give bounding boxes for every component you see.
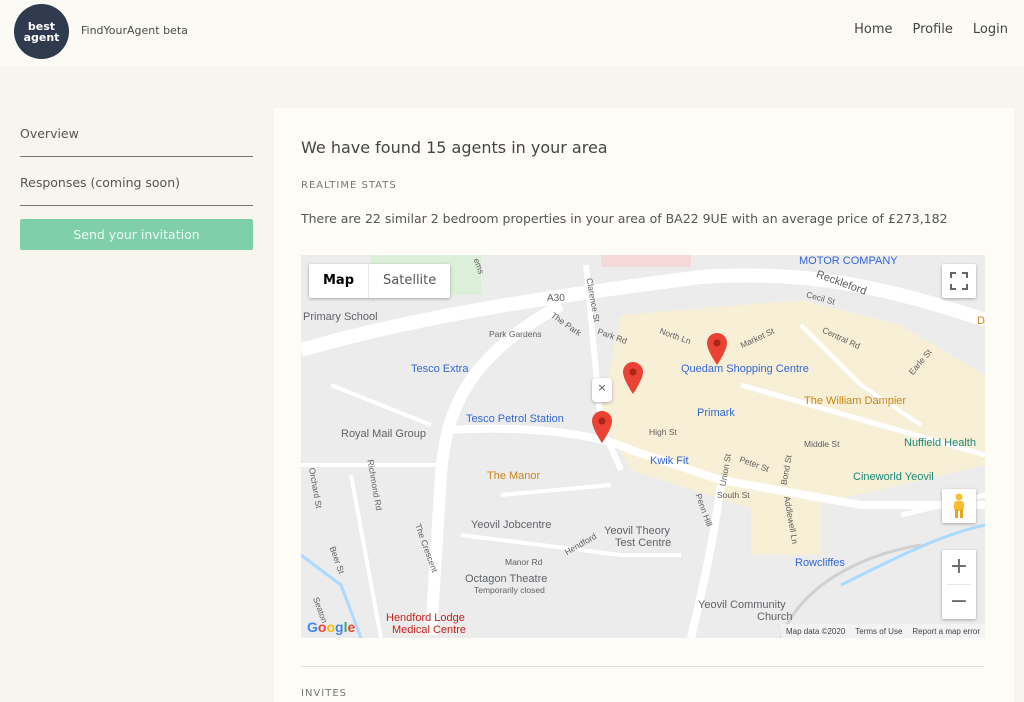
report-map-error-link[interactable]: Report a map error xyxy=(912,627,980,636)
terms-of-use-link[interactable]: Terms of Use xyxy=(855,627,902,636)
zoom-in-button[interactable]: + xyxy=(942,550,976,584)
google-logo[interactable]: Google xyxy=(307,619,355,635)
poi-william-dampier[interactable]: The William Dampier xyxy=(804,395,906,407)
brand-name: FindYourAgent beta xyxy=(81,24,188,37)
poi-hendford-lodge-line2: Medical Centre xyxy=(392,624,466,636)
results-card: We have found 15 agents in your area REA… xyxy=(274,108,1014,702)
section-divider xyxy=(301,666,984,667)
zoom-out-button[interactable]: − xyxy=(942,585,976,619)
map-type-satellite-button[interactable]: Satellite xyxy=(369,264,450,298)
google-logo-letter: g xyxy=(335,619,344,635)
street-south-st: South St xyxy=(717,490,750,500)
street-high-st: High St xyxy=(649,427,677,437)
info-window-close-button[interactable]: × xyxy=(592,378,612,402)
google-logo-letter: G xyxy=(307,619,318,635)
nav-home-link[interactable]: Home xyxy=(854,22,892,37)
poi-primary-school[interactable]: Primary School xyxy=(303,311,378,323)
poi-rowcliffes[interactable]: Rowcliffes xyxy=(795,557,845,569)
street-manor-rd: Manor Rd xyxy=(505,557,543,567)
map-type-control: Map Satellite xyxy=(309,264,451,298)
poi-octagon-theatre[interactable]: Octagon Theatre xyxy=(465,573,547,585)
invites-label: INVITES xyxy=(301,688,347,699)
poi-kwik-fit[interactable]: Kwik Fit xyxy=(650,455,689,467)
zoom-control: + − xyxy=(942,550,976,619)
poi-jobcentre[interactable]: Yeovil Jobcentre xyxy=(471,519,551,531)
poi-theory-test[interactable]: Yeovil Theory xyxy=(604,525,670,537)
poi-hendford-lodge[interactable]: Hendford Lodge xyxy=(386,612,465,624)
street-middle-st: Middle St xyxy=(804,439,840,449)
poi-cineworld[interactable]: Cineworld Yeovil xyxy=(853,471,934,483)
agent-marker[interactable] xyxy=(623,362,643,394)
poi-quedam-shopping[interactable]: Quedam Shopping Centre xyxy=(681,363,809,375)
poi-motor-company[interactable]: MOTOR COMPANY xyxy=(799,255,898,267)
poi-octagon-status: Temporarily closed xyxy=(474,585,545,595)
poi-d[interactable]: D xyxy=(977,315,985,327)
stats-text: There are 22 similar 2 bedroom propertie… xyxy=(301,211,948,226)
fullscreen-button[interactable] xyxy=(942,264,976,298)
poi-royal-mail[interactable]: Royal Mail Group xyxy=(341,428,426,440)
google-logo-letter: o xyxy=(326,619,336,635)
realtime-stats-label: REALTIME STATS xyxy=(301,180,397,191)
map-view[interactable]: Reckleford A30 Cecil St Park Gardens The… xyxy=(301,255,985,638)
street-a30: A30 xyxy=(547,293,565,304)
map-background xyxy=(301,255,985,638)
nav-profile-link[interactable]: Profile xyxy=(913,22,953,37)
top-bar: best agent FindYourAgent beta Home Profi… xyxy=(0,0,1024,66)
page-title: We have found 15 agents in your area xyxy=(301,138,608,157)
poi-tesco-petrol[interactable]: Tesco Petrol Station xyxy=(466,413,564,425)
agent-marker[interactable] xyxy=(592,411,612,443)
sidebar-item-overview[interactable]: Overview xyxy=(20,126,253,157)
poi-theory-test-line2: Test Centre xyxy=(615,537,672,549)
street-park-gardens: Park Gardens xyxy=(489,329,542,339)
agent-marker[interactable] xyxy=(707,333,727,365)
street-view-pegman[interactable] xyxy=(942,489,976,523)
poi-tesco-extra[interactable]: Tesco Extra xyxy=(411,363,468,375)
poi-the-manor[interactable]: The Manor xyxy=(487,470,540,482)
fullscreen-icon xyxy=(950,272,968,290)
google-logo-letter: e xyxy=(347,619,356,635)
main-nav: Home Profile Login xyxy=(854,22,1008,37)
logo[interactable]: best agent xyxy=(14,4,69,59)
poi-community-church[interactable]: Yeovil Community xyxy=(698,599,786,611)
poi-primark[interactable]: Primark xyxy=(697,407,735,419)
logo-line2: agent xyxy=(23,31,60,44)
poi-community-church-line2: Church xyxy=(757,611,793,623)
map-attribution: Map data ©2020 Terms of Use Report a map… xyxy=(781,624,985,638)
nav-login-link[interactable]: Login xyxy=(973,22,1008,37)
send-invitation-button[interactable]: Send your invitation xyxy=(20,219,253,250)
pegman-icon xyxy=(954,493,964,518)
sidebar-item-responses[interactable]: Responses (coming soon) xyxy=(20,175,253,206)
poi-nuffield-health[interactable]: Nuffield Health xyxy=(904,437,976,449)
map-type-map-button[interactable]: Map xyxy=(309,264,370,298)
map-data-text: Map data ©2020 xyxy=(786,626,846,636)
